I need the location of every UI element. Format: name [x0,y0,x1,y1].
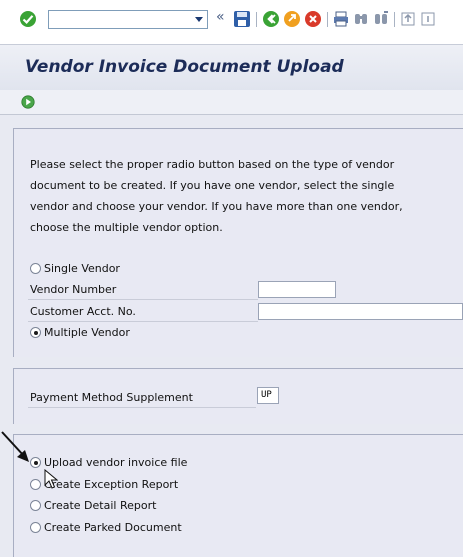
radio-detail-report[interactable]: Create Detail Report [30,499,200,515]
radio-button[interactable] [30,263,41,274]
radio-button[interactable] [30,500,41,511]
back-icon[interactable] [262,10,280,28]
row-divider [28,407,256,408]
multiple-vendor-label: Multiple Vendor [44,326,130,339]
mouse-cursor-icon [44,469,58,489]
customer-acct-field[interactable] [258,303,463,320]
radio-parked-document[interactable]: Create Parked Document [30,521,200,537]
vendor-number-label: Vendor Number [30,283,117,296]
instructions-text: Please select the proper radio button ba… [30,158,403,234]
option-label: Upload vendor invoice file [44,456,188,469]
radio-multiple-vendor[interactable]: Multiple Vendor [30,326,150,342]
enter-checkmark-icon[interactable] [19,10,37,28]
row-divider [28,321,258,322]
exit-icon[interactable] [283,10,301,28]
application-toolbar [0,90,463,115]
system-toolbar: « [0,0,463,44]
next-page-icon[interactable] [419,10,437,28]
payment-method-label: Payment Method Supplement [30,391,193,404]
radio-button[interactable] [30,522,41,533]
single-vendor-label: Single Vendor [44,262,120,275]
command-field[interactable] [48,10,208,29]
save-icon[interactable] [233,10,251,28]
chevron-down-icon[interactable] [195,17,203,22]
execute-icon[interactable] [21,95,35,109]
option-label: Create Exception Report [44,478,179,491]
row-divider [28,299,258,300]
option-label: Create Parked Document [44,521,182,534]
find-icon[interactable] [352,10,370,28]
back-chevrons-icon[interactable]: « [216,9,225,25]
customer-acct-label: Customer Acct. No. [30,305,136,318]
radio-single-vendor[interactable]: Single Vendor [30,262,150,278]
vendor-number-field[interactable] [258,281,336,298]
cancel-icon[interactable] [304,10,322,28]
find-next-icon[interactable] [372,10,390,28]
processing-options-group [13,434,463,557]
print-icon[interactable] [332,10,350,28]
annotation-arrow-icon [1,431,29,462]
option-label: Create Detail Report [44,499,157,512]
page-title: Vendor Invoice Document Upload [25,57,344,77]
radio-button[interactable] [30,479,41,490]
payment-method-field[interactable]: UP [257,387,279,404]
title-bar: Vendor Invoice Document Upload [0,44,463,91]
first-page-icon[interactable] [399,10,417,28]
radio-button-selected[interactable] [30,327,41,338]
